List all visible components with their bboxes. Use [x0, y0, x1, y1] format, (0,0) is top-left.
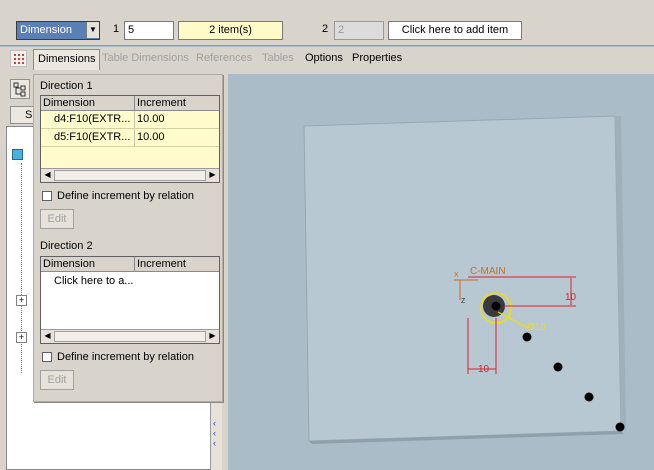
direction1-relation-checkbox[interactable]: [42, 191, 52, 201]
direction1-hscrollbar[interactable]: ◀ ▶: [41, 168, 219, 182]
chevron-left-icon[interactable]: ‹: [213, 438, 216, 448]
direction2-relation-label: Define increment by relation: [57, 351, 194, 363]
direction1-relation-label: Define increment by relation: [57, 190, 194, 202]
direction1-label: 1: [113, 23, 120, 35]
table-row[interactable]: d5:F10(EXTR... 10.00: [41, 129, 219, 147]
expand-icon[interactable]: +: [16, 295, 27, 306]
pattern-point[interactable]: [553, 362, 563, 372]
pattern-point[interactable]: [491, 301, 501, 311]
direction2-table[interactable]: Dimension Increment Click here to a... ◀…: [40, 256, 220, 344]
arrow-left-icon[interactable]: ◀: [42, 331, 53, 341]
arrow-right-icon[interactable]: ▶: [207, 331, 218, 341]
grid-icon[interactable]: [10, 50, 27, 67]
expand-icon[interactable]: +: [16, 332, 27, 343]
direction2-edit-button[interactable]: Edit: [40, 370, 74, 390]
tab-options[interactable]: Options: [305, 52, 343, 64]
direction1-count-input[interactable]: 5: [124, 21, 174, 40]
horizontal-dimension[interactable]: 10: [478, 364, 490, 375]
tab-references[interactable]: References: [196, 52, 252, 64]
direction2-label: 2: [322, 23, 329, 35]
tab-tables[interactable]: Tables: [262, 52, 294, 64]
column-header-dimension[interactable]: Dimension: [43, 97, 95, 109]
diameter-dimension[interactable]: Ø10: [527, 322, 546, 333]
axis-z-label: Z: [461, 298, 466, 305]
direction2-hscrollbar[interactable]: ◀ ▶: [41, 329, 219, 343]
chevron-left-icon[interactable]: ‹: [213, 418, 216, 428]
table-row-empty[interactable]: [41, 147, 219, 169]
dimensions-panel: Direction 1 Dimension Increment d4:F10(E…: [33, 74, 223, 402]
tab-table-dimensions[interactable]: Table Dimensions: [102, 52, 189, 64]
column-header-increment[interactable]: Increment: [137, 258, 186, 270]
table-row[interactable]: d4:F10(EXTR... 10.00: [41, 111, 219, 129]
chevron-down-icon[interactable]: ▼: [86, 22, 99, 38]
model-tree-icon[interactable]: [10, 79, 30, 99]
csys-label: C-MAIN: [470, 266, 506, 277]
direction2-title: Direction 2: [40, 240, 93, 252]
direction2-count-input[interactable]: 2: [334, 21, 384, 40]
direction1-table[interactable]: Dimension Increment d4:F10(EXTR... 10.00…: [40, 95, 220, 183]
pattern-point[interactable]: [615, 422, 625, 432]
tab-properties[interactable]: Properties: [352, 52, 402, 64]
tab-dimensions[interactable]: Dimensions: [33, 49, 101, 70]
direction1-title: Direction 1: [40, 80, 93, 92]
direction1-items-field[interactable]: 2 item(s): [178, 21, 283, 40]
part-plate[interactable]: [303, 115, 622, 442]
graphics-window[interactable]: C-MAIN X Z Ø10 10 10: [228, 74, 654, 470]
direction1-edit-button[interactable]: Edit: [40, 209, 74, 229]
direction2-add-prompt[interactable]: Click here to a...: [54, 275, 133, 287]
column-header-increment[interactable]: Increment: [137, 97, 186, 109]
arrow-right-icon[interactable]: ▶: [207, 170, 218, 180]
direction2-add-item-field[interactable]: Click here to add item: [388, 21, 522, 40]
pattern-point[interactable]: [584, 392, 594, 402]
chevron-left-icon[interactable]: ‹: [213, 428, 216, 438]
column-header-dimension[interactable]: Dimension: [43, 258, 95, 270]
arrow-left-icon[interactable]: ◀: [42, 170, 53, 180]
pattern-point[interactable]: [522, 332, 532, 342]
part-icon: [12, 149, 23, 160]
model-tree-scrollbar[interactable]: ‹ ‹ ‹: [210, 400, 222, 470]
axis-x-label: X: [454, 272, 459, 279]
vertical-dimension[interactable]: 10: [565, 292, 577, 303]
direction2-relation-checkbox[interactable]: [42, 352, 52, 362]
